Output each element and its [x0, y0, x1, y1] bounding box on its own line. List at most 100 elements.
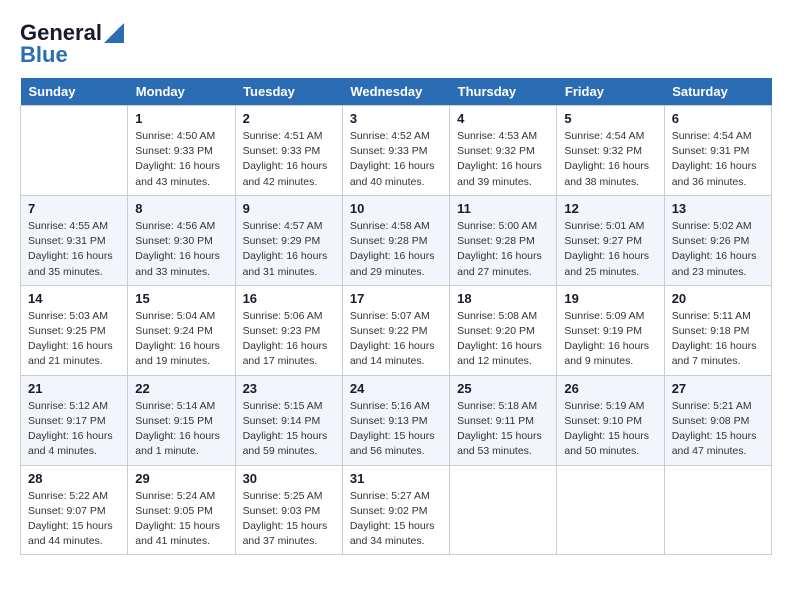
- day-header-wednesday: Wednesday: [342, 78, 449, 106]
- calendar-cell: 28Sunrise: 5:22 AM Sunset: 9:07 PM Dayli…: [21, 465, 128, 555]
- calendar-cell: 7 Sunrise: 4:55 AM Sunset: 9:31 PM Daylig…: [21, 195, 128, 285]
- cell-date-number: 20: [672, 291, 764, 306]
- cell-date-number: 10: [350, 201, 442, 216]
- logo-blue-text: Blue: [20, 42, 68, 68]
- cell-info-text: Sunrise: 4:51 AM Sunset: 9:33 PM Dayligh…: [243, 129, 335, 190]
- calendar-cell: [664, 465, 771, 555]
- cell-date-number: 17: [350, 291, 442, 306]
- calendar-cell: 21Sunrise: 5:12 AM Sunset: 9:17 PM Dayli…: [21, 375, 128, 465]
- cell-info-text: Sunrise: 4:57 AM Sunset: 9:29 PM Dayligh…: [243, 219, 335, 280]
- cell-date-number: 12: [564, 201, 656, 216]
- calendar-cell: 22 Sunrise: 5:14 AM Sunset: 9:15 PM Dayli…: [128, 375, 235, 465]
- calendar-week-row: 7 Sunrise: 4:55 AM Sunset: 9:31 PM Daylig…: [21, 195, 772, 285]
- calendar-cell: 24Sunrise: 5:16 AM Sunset: 9:13 PM Dayli…: [342, 375, 449, 465]
- cell-info-text: Sunrise: 4:52 AM Sunset: 9:33 PM Dayligh…: [350, 129, 442, 190]
- calendar-week-row: 28Sunrise: 5:22 AM Sunset: 9:07 PM Dayli…: [21, 465, 772, 555]
- cell-info-text: Sunrise: 5:01 AM Sunset: 9:27 PM Dayligh…: [564, 219, 656, 280]
- cell-date-number: 14: [28, 291, 120, 306]
- cell-date-number: 6: [672, 111, 764, 126]
- calendar-cell: 25 Sunrise: 5:18 AM Sunset: 9:11 PM Dayli…: [450, 375, 557, 465]
- cell-date-number: 28: [28, 471, 120, 486]
- cell-info-text: Sunrise: 5:21 AM Sunset: 9:08 PM Dayligh…: [672, 399, 764, 460]
- day-header-friday: Friday: [557, 78, 664, 106]
- cell-info-text: Sunrise: 4:54 AM Sunset: 9:32 PM Dayligh…: [564, 129, 656, 190]
- day-header-saturday: Saturday: [664, 78, 771, 106]
- calendar-week-row: 21Sunrise: 5:12 AM Sunset: 9:17 PM Dayli…: [21, 375, 772, 465]
- calendar-cell: 29Sunrise: 5:24 AM Sunset: 9:05 PM Dayli…: [128, 465, 235, 555]
- cell-date-number: 29: [135, 471, 227, 486]
- calendar-cell: 31Sunrise: 5:27 AM Sunset: 9:02 PM Dayli…: [342, 465, 449, 555]
- cell-date-number: 3: [350, 111, 442, 126]
- cell-info-text: Sunrise: 5:00 AM Sunset: 9:28 PM Dayligh…: [457, 219, 549, 280]
- cell-date-number: 7: [28, 201, 120, 216]
- calendar-header-row: SundayMondayTuesdayWednesdayThursdayFrid…: [21, 78, 772, 106]
- calendar-cell: 15 Sunrise: 5:04 AM Sunset: 9:24 PM Dayli…: [128, 285, 235, 375]
- cell-info-text: Sunrise: 5:25 AM Sunset: 9:03 PM Dayligh…: [243, 489, 335, 550]
- cell-date-number: 30: [243, 471, 335, 486]
- day-header-monday: Monday: [128, 78, 235, 106]
- cell-info-text: Sunrise: 5:16 AM Sunset: 9:13 PM Dayligh…: [350, 399, 442, 460]
- calendar-cell: 8 Sunrise: 4:56 AM Sunset: 9:30 PM Daylig…: [128, 195, 235, 285]
- calendar-cell: 2 Sunrise: 4:51 AM Sunset: 9:33 PM Daylig…: [235, 106, 342, 196]
- cell-date-number: 26: [564, 381, 656, 396]
- day-header-thursday: Thursday: [450, 78, 557, 106]
- calendar-week-row: 1 Sunrise: 4:50 AM Sunset: 9:33 PM Daylig…: [21, 106, 772, 196]
- cell-info-text: Sunrise: 5:27 AM Sunset: 9:02 PM Dayligh…: [350, 489, 442, 550]
- cell-info-text: Sunrise: 5:04 AM Sunset: 9:24 PM Dayligh…: [135, 309, 227, 370]
- cell-info-text: Sunrise: 5:08 AM Sunset: 9:20 PM Dayligh…: [457, 309, 549, 370]
- day-header-tuesday: Tuesday: [235, 78, 342, 106]
- calendar-cell: 6 Sunrise: 4:54 AM Sunset: 9:31 PM Daylig…: [664, 106, 771, 196]
- cell-info-text: Sunrise: 4:55 AM Sunset: 9:31 PM Dayligh…: [28, 219, 120, 280]
- calendar-cell: [21, 106, 128, 196]
- day-header-sunday: Sunday: [21, 78, 128, 106]
- cell-date-number: 5: [564, 111, 656, 126]
- calendar-cell: 10 Sunrise: 4:58 AM Sunset: 9:28 PM Dayli…: [342, 195, 449, 285]
- cell-date-number: 22: [135, 381, 227, 396]
- calendar-cell: 30 Sunrise: 5:25 AM Sunset: 9:03 PM Dayli…: [235, 465, 342, 555]
- cell-info-text: Sunrise: 5:09 AM Sunset: 9:19 PM Dayligh…: [564, 309, 656, 370]
- calendar-cell: [557, 465, 664, 555]
- calendar-table: SundayMondayTuesdayWednesdayThursdayFrid…: [20, 78, 772, 555]
- calendar-cell: 20 Sunrise: 5:11 AM Sunset: 9:18 PM Dayli…: [664, 285, 771, 375]
- calendar-cell: 26 Sunrise: 5:19 AM Sunset: 9:10 PM Dayli…: [557, 375, 664, 465]
- calendar-cell: 27 Sunrise: 5:21 AM Sunset: 9:08 PM Dayli…: [664, 375, 771, 465]
- calendar-cell: 17 Sunrise: 5:07 AM Sunset: 9:22 PM Dayli…: [342, 285, 449, 375]
- calendar-cell: 11 Sunrise: 5:00 AM Sunset: 9:28 PM Dayli…: [450, 195, 557, 285]
- cell-date-number: 8: [135, 201, 227, 216]
- calendar-cell: 1 Sunrise: 4:50 AM Sunset: 9:33 PM Daylig…: [128, 106, 235, 196]
- cell-info-text: Sunrise: 4:56 AM Sunset: 9:30 PM Dayligh…: [135, 219, 227, 280]
- cell-info-text: Sunrise: 5:14 AM Sunset: 9:15 PM Dayligh…: [135, 399, 227, 460]
- cell-info-text: Sunrise: 4:53 AM Sunset: 9:32 PM Dayligh…: [457, 129, 549, 190]
- cell-info-text: Sunrise: 5:03 AM Sunset: 9:25 PM Dayligh…: [28, 309, 120, 370]
- cell-date-number: 11: [457, 201, 549, 216]
- cell-date-number: 25: [457, 381, 549, 396]
- cell-info-text: Sunrise: 4:58 AM Sunset: 9:28 PM Dayligh…: [350, 219, 442, 280]
- calendar-cell: 16 Sunrise: 5:06 AM Sunset: 9:23 PM Dayli…: [235, 285, 342, 375]
- calendar-cell: [450, 465, 557, 555]
- cell-date-number: 27: [672, 381, 764, 396]
- calendar-cell: 23Sunrise: 5:15 AM Sunset: 9:14 PM Dayli…: [235, 375, 342, 465]
- calendar-cell: 18Sunrise: 5:08 AM Sunset: 9:20 PM Dayli…: [450, 285, 557, 375]
- logo-triangle-icon: [104, 23, 124, 43]
- cell-info-text: Sunrise: 5:18 AM Sunset: 9:11 PM Dayligh…: [457, 399, 549, 460]
- cell-date-number: 16: [243, 291, 335, 306]
- cell-date-number: 15: [135, 291, 227, 306]
- cell-date-number: 19: [564, 291, 656, 306]
- cell-info-text: Sunrise: 4:50 AM Sunset: 9:33 PM Dayligh…: [135, 129, 227, 190]
- cell-date-number: 4: [457, 111, 549, 126]
- cell-info-text: Sunrise: 4:54 AM Sunset: 9:31 PM Dayligh…: [672, 129, 764, 190]
- calendar-cell: 9 Sunrise: 4:57 AM Sunset: 9:29 PM Daylig…: [235, 195, 342, 285]
- calendar-cell: 19 Sunrise: 5:09 AM Sunset: 9:19 PM Dayli…: [557, 285, 664, 375]
- cell-info-text: Sunrise: 5:11 AM Sunset: 9:18 PM Dayligh…: [672, 309, 764, 370]
- cell-date-number: 9: [243, 201, 335, 216]
- cell-info-text: Sunrise: 5:06 AM Sunset: 9:23 PM Dayligh…: [243, 309, 335, 370]
- cell-date-number: 13: [672, 201, 764, 216]
- cell-info-text: Sunrise: 5:19 AM Sunset: 9:10 PM Dayligh…: [564, 399, 656, 460]
- cell-info-text: Sunrise: 5:12 AM Sunset: 9:17 PM Dayligh…: [28, 399, 120, 460]
- cell-info-text: Sunrise: 5:02 AM Sunset: 9:26 PM Dayligh…: [672, 219, 764, 280]
- cell-date-number: 2: [243, 111, 335, 126]
- cell-date-number: 1: [135, 111, 227, 126]
- cell-info-text: Sunrise: 5:07 AM Sunset: 9:22 PM Dayligh…: [350, 309, 442, 370]
- calendar-week-row: 14 Sunrise: 5:03 AM Sunset: 9:25 PM Dayli…: [21, 285, 772, 375]
- calendar-cell: 3 Sunrise: 4:52 AM Sunset: 9:33 PM Daylig…: [342, 106, 449, 196]
